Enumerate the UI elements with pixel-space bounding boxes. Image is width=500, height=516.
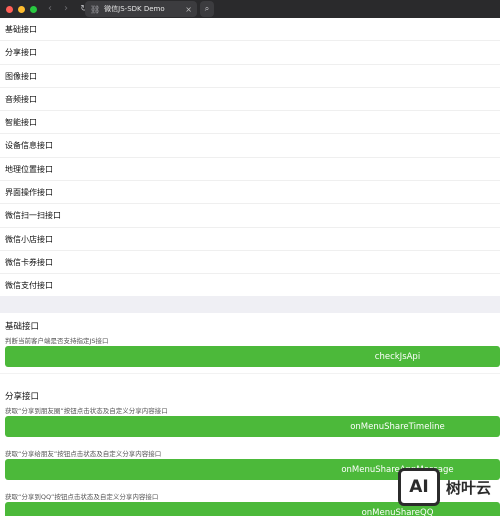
desc-check-js-api: 判断当前客户端是否支持指定JS接口 (5, 337, 109, 345)
watermark-logo-icon: AI (398, 468, 440, 506)
minimize-window-button[interactable] (18, 5, 25, 13)
api-menu-list: 基础接口 分享接口 图像接口 音频接口 智能接口 设备信息接口 地理位置接口 界… (0, 18, 500, 298)
menu-item-location[interactable]: 地理位置接口 (0, 157, 500, 182)
menu-item-smart[interactable]: 智能接口 (0, 111, 500, 135)
menu-item-card[interactable]: 微信卡券接口 (0, 250, 500, 275)
menu-item-device[interactable]: 设备信息接口 (0, 134, 500, 158)
tab-close-icon[interactable]: × (185, 5, 192, 14)
section-divider (0, 296, 500, 313)
search-icon[interactable]: ⌕ (200, 1, 214, 17)
window-controls (6, 5, 42, 13)
back-arrow-icon[interactable]: ‹ (42, 0, 58, 18)
section-title-basic: 基础接口 (5, 322, 40, 332)
browser-tab[interactable]: ⛓ 微信JS-SDK Demo × (85, 1, 197, 17)
section-gap (0, 373, 500, 386)
desc-share-timeline: 获取“分享到朋友圈”按钮点击状态及自定义分享内容接口 (5, 407, 168, 415)
menu-item-audio[interactable]: 音频接口 (0, 87, 500, 112)
menu-item-scan[interactable]: 微信扫一扫接口 (0, 204, 500, 228)
desc-share-qq: 获取“分享到QQ”按钮点击状态及自定义分享内容接口 (5, 493, 159, 501)
watermark-text: 树叶云 (446, 478, 492, 497)
check-js-api-button[interactable]: checkJsApi (5, 346, 500, 367)
watermark: AI 树叶云 (398, 466, 498, 508)
forward-arrow-icon[interactable]: › (58, 0, 74, 18)
menu-item-pay[interactable]: 微信支付接口 (0, 274, 500, 298)
close-window-button[interactable] (6, 5, 13, 13)
watermark-logo-text: AI (409, 477, 429, 497)
tab-title: 微信JS-SDK Demo (104, 5, 165, 13)
link-icon: ⛓ (90, 4, 101, 14)
menu-item-ui[interactable]: 界面操作接口 (0, 181, 500, 205)
menu-item-share[interactable]: 分享接口 (0, 41, 500, 65)
browser-titlebar: ‹ › ↻ ⛓ 微信JS-SDK Demo × ⌕ (0, 0, 500, 18)
menu-item-shop[interactable]: 微信小店接口 (0, 227, 500, 251)
menu-item-basic[interactable]: 基础接口 (0, 18, 500, 42)
share-timeline-button[interactable]: onMenuShareTimeline (5, 416, 500, 437)
maximize-window-button[interactable] (30, 5, 37, 13)
menu-item-image[interactable]: 图像接口 (0, 64, 500, 88)
section-title-share: 分享接口 (5, 392, 40, 402)
desc-share-appmessage: 获取“分享给朋友”按钮点击状态及自定义分享内容接口 (5, 450, 162, 458)
